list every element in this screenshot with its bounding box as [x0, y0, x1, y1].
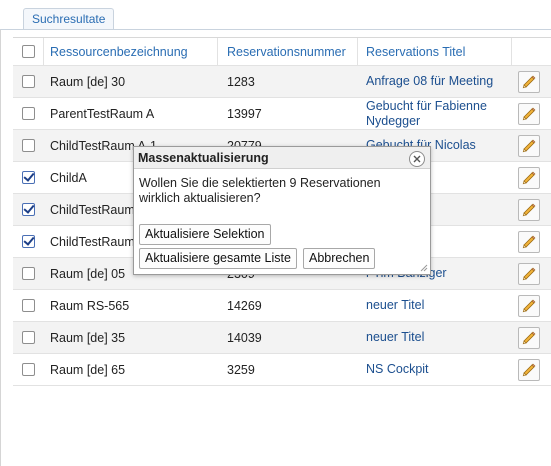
mass-update-dialog: Massenaktualisierung Wollen Sie die sele… [133, 146, 431, 275]
tab-bar: Suchresultate [0, 0, 551, 30]
tab-suchresultate[interactable]: Suchresultate [23, 8, 115, 30]
resource-name: Raum [de] 35 [50, 330, 126, 345]
update-all-button[interactable]: Aktualisiere gesamte Liste [139, 248, 297, 269]
dialog-message: Wollen Sie die selektierten 9 Reservatio… [139, 176, 381, 205]
reservation-number: 13997 [227, 106, 262, 121]
dialog-close-button[interactable] [409, 151, 425, 167]
column-divider [511, 38, 512, 65]
reservation-title-link[interactable]: Gebucht für Fabienne Nydegger [366, 98, 511, 129]
row-checkbox[interactable] [22, 235, 35, 248]
row-checkbox[interactable] [22, 299, 35, 312]
row-checkbox[interactable] [22, 107, 35, 120]
pencil-icon [522, 331, 536, 345]
edit-button[interactable] [518, 167, 540, 189]
pencil-icon [522, 203, 536, 217]
row-checkbox[interactable] [22, 171, 35, 184]
reservation-title-link[interactable]: NS Cockpit [366, 354, 511, 385]
column-header-title[interactable]: Reservations Titel [366, 38, 465, 65]
pencil-icon [522, 107, 536, 121]
edit-button[interactable] [518, 327, 540, 349]
pencil-icon [522, 75, 536, 89]
column-divider [217, 38, 218, 65]
select-all-checkbox[interactable] [22, 45, 35, 58]
resource-name: Raum [de] 30 [50, 74, 126, 89]
resource-name: ParentTestRaum A [50, 106, 155, 121]
cancel-button[interactable]: Abbrechen [303, 248, 376, 269]
table-row[interactable]: Raum [de] 65 3259 NS Cockpit [13, 354, 551, 386]
edit-button[interactable] [518, 263, 540, 285]
row-checkbox[interactable] [22, 363, 35, 376]
dialog-title: Massenaktualisierung [134, 147, 430, 169]
pencil-icon [522, 139, 536, 153]
table-row[interactable]: Raum RS-565 14269 neuer Titel [13, 290, 551, 322]
row-checkbox[interactable] [22, 75, 35, 88]
column-divider [357, 38, 358, 65]
resource-name: Raum RS-565 [50, 298, 130, 313]
pencil-icon [522, 171, 536, 185]
reservation-number: 14269 [227, 298, 262, 313]
edit-button[interactable] [518, 199, 540, 221]
table-row[interactable]: Raum [de] 30 1283 Anfrage 08 für Meeting [13, 66, 551, 98]
edit-button[interactable] [518, 103, 540, 125]
row-checkbox[interactable] [22, 139, 35, 152]
column-header-number[interactable]: Reservationsnummer [227, 38, 346, 65]
table-row[interactable]: Raum [de] 35 14039 neuer Titel [13, 322, 551, 354]
table-header: Ressourcenbezeichnung Reservationsnummer… [13, 37, 551, 66]
reservation-number: 3259 [227, 362, 255, 377]
pencil-icon [522, 299, 536, 313]
edit-button[interactable] [518, 135, 540, 157]
row-checkbox[interactable] [22, 203, 35, 216]
resource-name: Raum [de] 65 [50, 362, 126, 377]
close-icon [413, 155, 421, 163]
pencil-icon [522, 267, 536, 281]
reservation-title-link[interactable]: neuer Titel [366, 322, 511, 353]
reservation-title-link[interactable]: neuer Titel [366, 290, 511, 321]
update-selection-button[interactable]: Aktualisiere Selektion [139, 224, 271, 245]
row-checkbox[interactable] [22, 267, 35, 280]
reservation-number: 1283 [227, 74, 255, 89]
resize-grip-icon[interactable] [419, 263, 428, 272]
reservation-title-link[interactable]: Anfrage 08 für Meeting [366, 66, 511, 97]
edit-button[interactable] [518, 231, 540, 253]
row-checkbox[interactable] [22, 331, 35, 344]
pencil-icon [522, 235, 536, 249]
pencil-icon [522, 363, 536, 377]
table-row[interactable]: ParentTestRaum A 13997 Gebucht für Fabie… [13, 98, 551, 130]
edit-button[interactable] [518, 295, 540, 317]
edit-button[interactable] [518, 71, 540, 93]
column-header-resource[interactable]: Ressourcenbezeichnung [50, 38, 188, 65]
column-divider [43, 38, 44, 65]
edit-button[interactable] [518, 359, 540, 381]
reservation-number: 14039 [227, 330, 262, 345]
